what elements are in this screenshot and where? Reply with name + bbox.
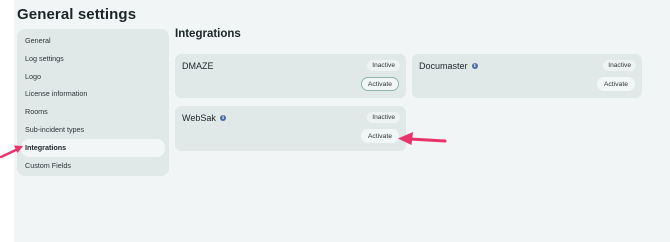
sidebar-item-general[interactable]: General [21,32,165,50]
sidebar-item-sub-incident-types[interactable]: Sub-incident types [21,121,165,139]
sidebar-item-integrations[interactable]: Integrations [21,138,165,157]
activate-button[interactable]: Activate [596,77,635,91]
sidebar-item-rooms[interactable]: Rooms [21,103,165,121]
status-badge: Inactive [367,60,400,71]
sidebar-item-license-information[interactable]: License information [21,85,165,103]
integrations-title: Integrations [175,28,241,40]
page: General settings General Log settings Lo… [0,0,670,242]
page-title: General settings [17,6,137,23]
activate-button[interactable]: Activate [360,129,399,143]
info-icon[interactable]: i [219,114,227,122]
integration-card-dmaze: DMAZE Inactive Activate [175,54,406,98]
integration-name: Documaster i [419,61,479,71]
annotation-arrow-icon [398,132,447,145]
info-icon[interactable]: i [471,62,479,70]
sidebar-item-custom-fields[interactable]: Custom Fields [21,157,165,175]
integration-name-label: Documaster [419,61,468,71]
annotation-arrow-icon [0,145,23,159]
integration-name-label: DMAZE [182,61,214,71]
integration-name: WebSak i [182,113,227,123]
sidebar-item-log-settings[interactable]: Log settings [21,50,165,68]
sidebar-item-logo[interactable]: Logo [21,68,165,86]
activate-button[interactable]: Activate [360,77,399,91]
integration-name-label: WebSak [182,113,216,123]
integration-card-documaster: Documaster i Inactive Activate [412,54,642,98]
integration-card-websak: WebSak i Inactive Activate [175,106,406,151]
integration-name: DMAZE [182,61,214,71]
settings-sidebar: General Log settings Logo License inform… [17,29,169,176]
status-badge: Inactive [367,112,400,123]
status-badge: Inactive [603,60,636,71]
left-strip [0,0,14,242]
